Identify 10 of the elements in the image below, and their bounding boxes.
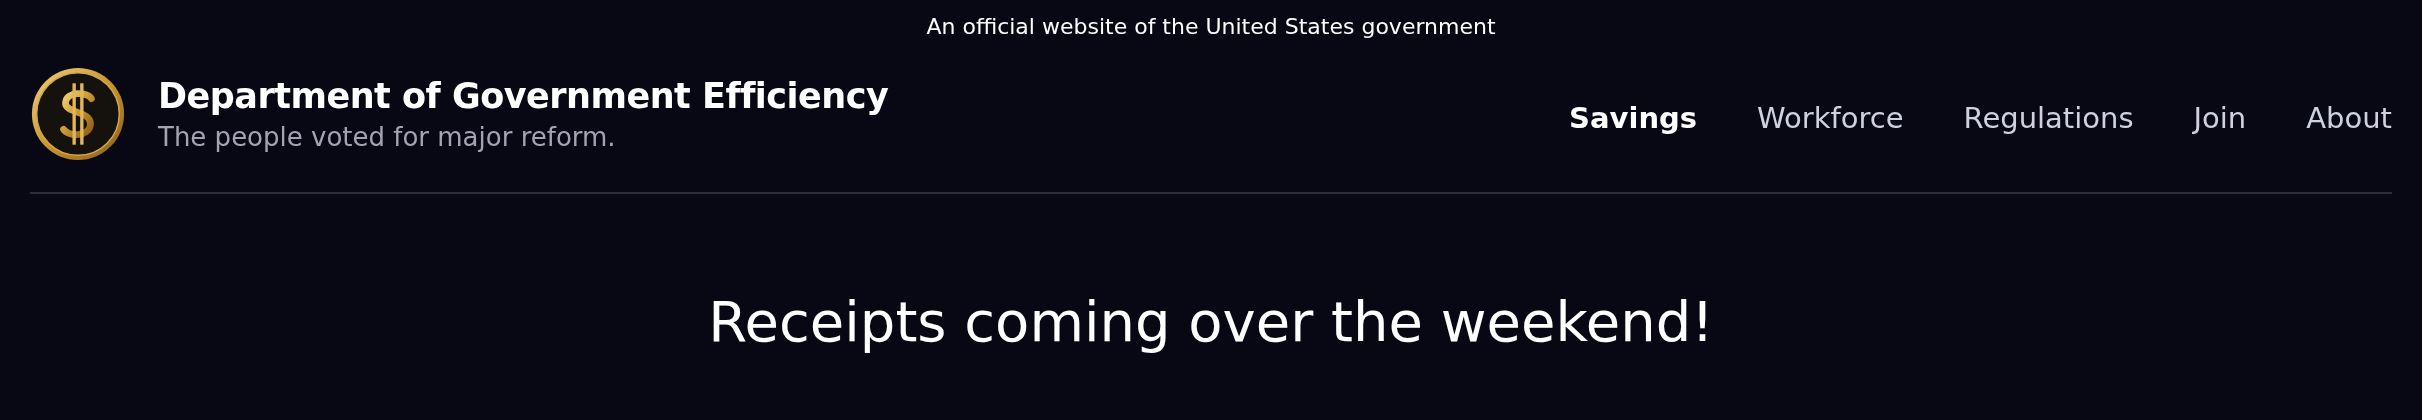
nav-link[interactable]: Savings	[1569, 101, 1698, 135]
nav-link[interactable]: About	[2306, 101, 2392, 135]
official-notice-text: An official website of the United States government	[926, 13, 1496, 41]
nav-link[interactable]: Join	[2193, 101, 2247, 135]
hero-heading: Receipts coming over the weekend!	[708, 289, 1714, 354]
nav-link[interactable]: Regulations	[1963, 101, 2134, 135]
nav-link[interactable]: Workforce	[1757, 101, 1904, 135]
dollar-coin-icon[interactable]	[30, 66, 126, 162]
site-title[interactable]: Department of Government Efficiency	[158, 76, 889, 116]
site-tagline: The people voted for major reform.	[158, 122, 617, 152]
